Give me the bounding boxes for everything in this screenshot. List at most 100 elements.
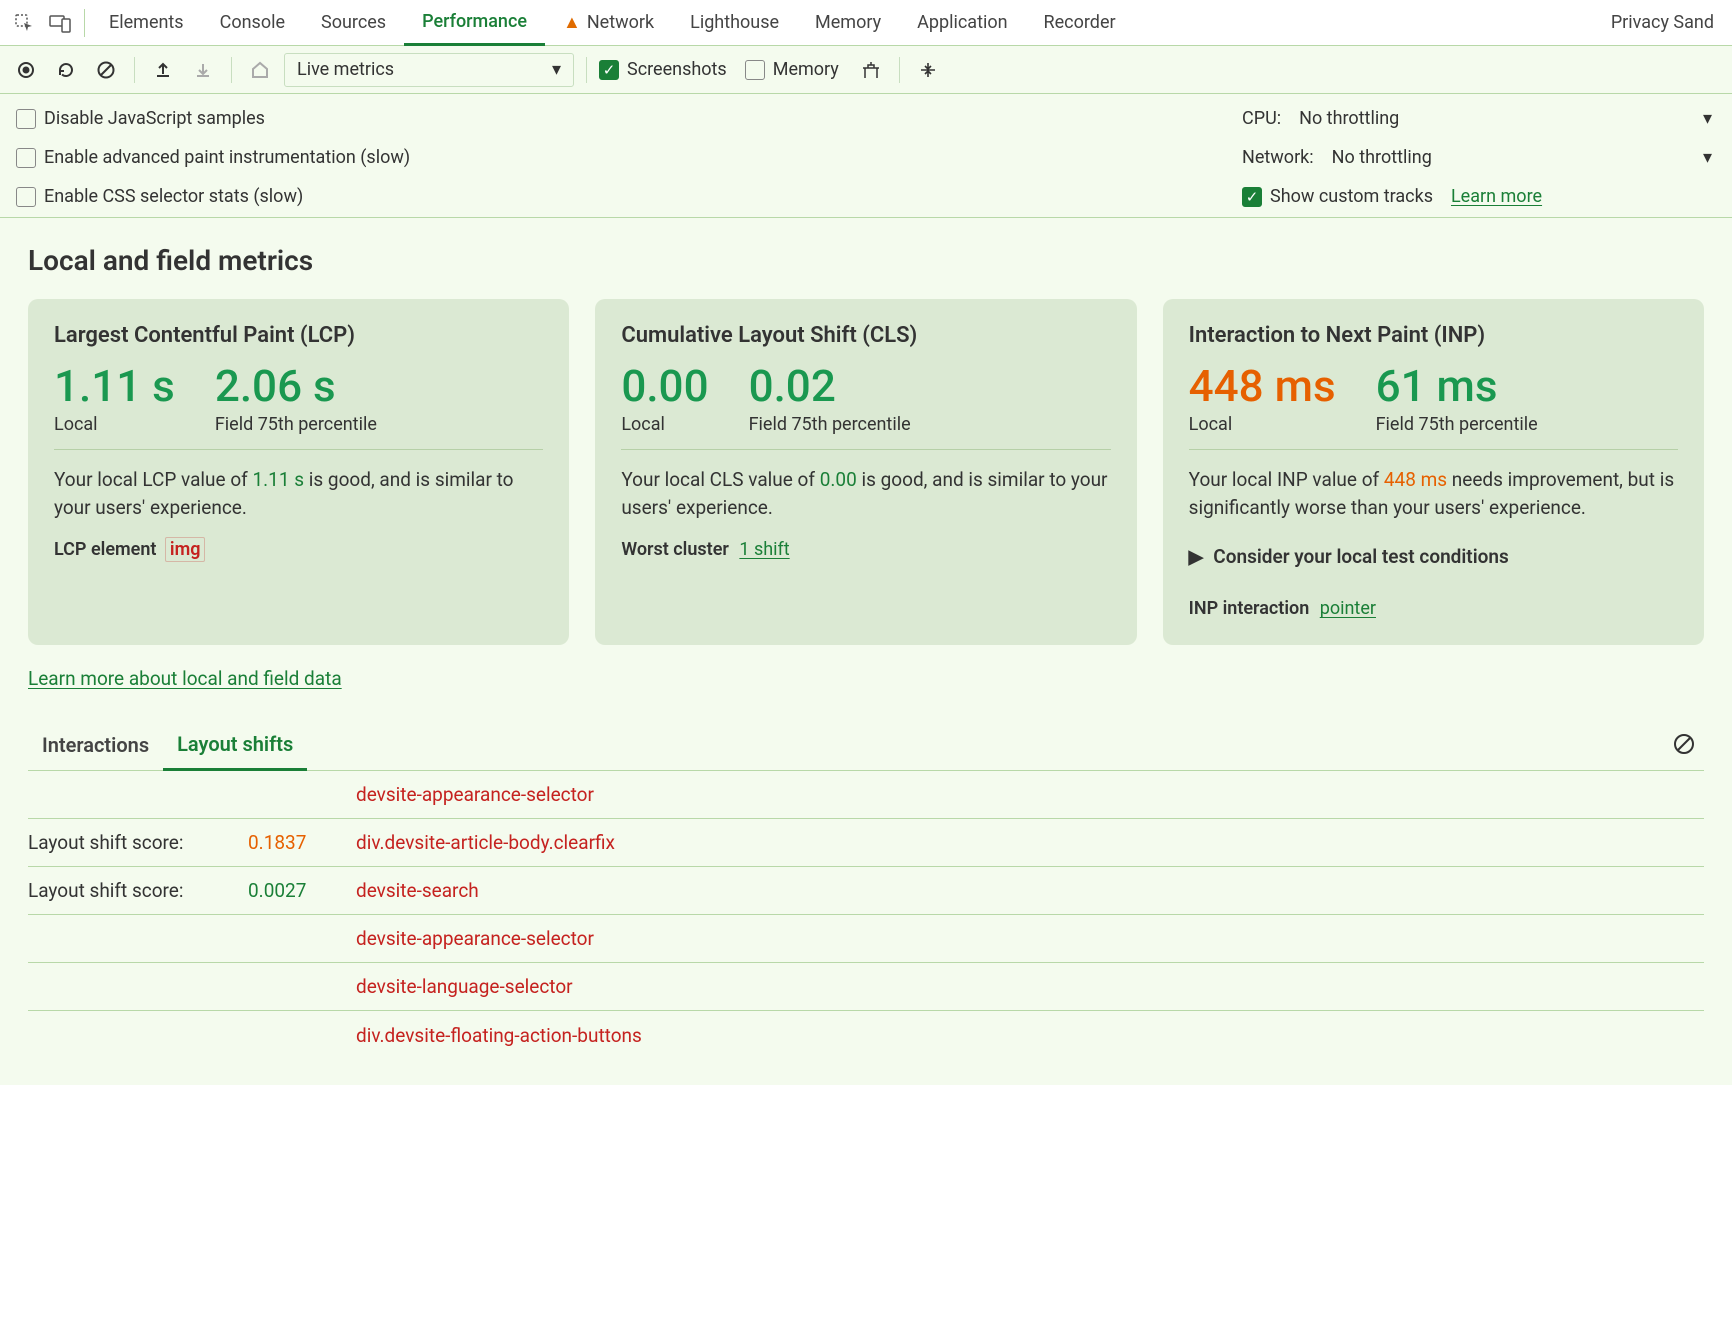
inp-accordion[interactable]: ▶ Consider your local test conditions (1189, 545, 1678, 568)
subtab-layout-shifts[interactable]: Layout shifts (163, 722, 307, 771)
network-value: No throttling (1332, 147, 1432, 168)
tab-recorder[interactable]: Recorder (1026, 0, 1134, 46)
mode-select[interactable]: Live metrics ▾ (284, 53, 574, 87)
subtab-interactions[interactable]: Interactions (28, 723, 163, 769)
inp-field-value: 61 ms (1376, 362, 1538, 410)
download-icon[interactable] (187, 54, 219, 86)
cls-field-value: 0.02 (749, 362, 911, 410)
cls-local-value: 0.00 (621, 362, 708, 410)
inp-card: Interaction to Next Paint (INP) 448 ms L… (1163, 299, 1704, 645)
inspect-element-icon[interactable] (6, 5, 42, 41)
lcp-description: Your local LCP value of 1.11 s is good, … (54, 466, 543, 521)
mode-select-value: Live metrics (297, 59, 394, 80)
disable-js-checkbox[interactable]: Disable JavaScript samples (16, 108, 410, 129)
tab-lighthouse[interactable]: Lighthouse (672, 0, 797, 46)
table-row[interactable]: Layout shift score: 0.1837 div.devsite-a… (28, 819, 1704, 867)
screenshots-checkbox[interactable]: ✓ Screenshots (599, 59, 727, 80)
network-throttle-row: Network: No throttling ▾ (1242, 147, 1712, 168)
cls-worst-cluster-link[interactable]: 1 shift (739, 539, 789, 560)
tab-network[interactable]: ▲ Network (545, 0, 672, 46)
inp-title: Interaction to Next Paint (INP) (1189, 323, 1678, 348)
table-row[interactable]: devsite-appearance-selector (28, 915, 1704, 963)
inp-local-label: Local (1189, 414, 1336, 435)
shift-element: devsite-appearance-selector (356, 783, 594, 806)
tab-application[interactable]: Application (899, 0, 1025, 46)
enable-css-checkbox[interactable]: Enable CSS selector stats (slow) (16, 186, 410, 207)
network-label: Network: (1242, 147, 1314, 168)
network-select[interactable]: No throttling ▾ (1332, 147, 1712, 168)
table-row[interactable]: devsite-appearance-selector (28, 771, 1704, 819)
shift-element: div.devsite-floating-action-buttons (356, 1024, 642, 1047)
inp-interaction-link[interactable]: pointer (1320, 598, 1376, 619)
live-metrics-panel: Local and field metrics Largest Contentf… (0, 218, 1732, 1085)
custom-tracks-row: ✓ Show custom tracks Learn more (1242, 186, 1712, 207)
lcp-element-tag[interactable]: img (165, 537, 206, 562)
lcp-title: Largest Contentful Paint (LCP) (54, 323, 543, 348)
lcp-local-value: 1.11 s (54, 362, 175, 410)
lcp-field-value: 2.06 s (215, 362, 377, 410)
shift-element: devsite-search (356, 879, 479, 902)
shift-element: devsite-appearance-selector (356, 927, 594, 950)
metrics-cards: Largest Contentful Paint (LCP) 1.11 s Lo… (28, 299, 1704, 645)
layout-shifts-table: devsite-appearance-selector Layout shift… (28, 771, 1704, 1059)
cls-description: Your local CLS value of 0.00 is good, an… (621, 466, 1110, 521)
cls-card: Cumulative Layout Shift (CLS) 0.00 Local… (595, 299, 1136, 645)
chevron-down-icon: ▾ (1703, 108, 1712, 129)
record-icon[interactable] (10, 54, 42, 86)
home-icon[interactable] (244, 54, 276, 86)
stop-icon[interactable] (90, 54, 122, 86)
performance-toolbar: Live metrics ▾ ✓ Screenshots Memory (0, 46, 1732, 94)
table-row[interactable]: Layout shift score: 0.0027 devsite-searc… (28, 867, 1704, 915)
cpu-select[interactable]: No throttling ▾ (1299, 108, 1712, 129)
inp-description: Your local INP value of 448 ms needs imp… (1189, 466, 1678, 521)
lcp-card: Largest Contentful Paint (LCP) 1.11 s Lo… (28, 299, 569, 645)
custom-tracks-checkbox[interactable]: ✓ Show custom tracks (1242, 186, 1433, 207)
lcp-element-label: LCP element (54, 539, 156, 560)
learn-more-data-link[interactable]: Learn more about local and field data (28, 667, 342, 690)
devtools-tabbar: Elements Console Sources Performance ▲ N… (0, 0, 1732, 46)
cls-worst-cluster-label: Worst cluster (621, 539, 729, 560)
warning-icon: ▲ (563, 12, 581, 33)
tab-memory[interactable]: Memory (797, 0, 899, 46)
performance-settings: Disable JavaScript samples Enable advanc… (0, 94, 1732, 218)
cls-title: Cumulative Layout Shift (CLS) (621, 323, 1110, 348)
disable-js-label: Disable JavaScript samples (44, 108, 265, 129)
garbage-collect-icon[interactable] (855, 54, 887, 86)
inp-field-label: Field 75th percentile (1376, 414, 1538, 435)
learn-more-link[interactable]: Learn more (1451, 186, 1542, 207)
collapse-icon[interactable] (912, 54, 944, 86)
cpu-throttle-row: CPU: No throttling ▾ (1242, 108, 1712, 129)
checkbox-checked-icon: ✓ (1242, 187, 1262, 207)
cpu-label: CPU: (1242, 108, 1281, 129)
shift-score-value: 0.1837 (248, 831, 348, 854)
reload-icon[interactable] (50, 54, 82, 86)
tab-privacy[interactable]: Privacy Sand (1593, 0, 1732, 46)
checkbox-checked-icon: ✓ (599, 60, 619, 80)
enable-paint-checkbox[interactable]: Enable advanced paint instrumentation (s… (16, 147, 410, 168)
shift-score-label: Layout shift score: (28, 879, 248, 902)
inp-interaction-row: INP interaction pointer (1189, 598, 1678, 619)
lcp-local-label: Local (54, 414, 175, 435)
checkbox-icon (745, 60, 765, 80)
device-toolbar-icon[interactable] (42, 5, 78, 41)
tab-elements[interactable]: Elements (91, 0, 202, 46)
triangle-right-icon: ▶ (1189, 545, 1204, 568)
table-row[interactable]: div.devsite-floating-action-buttons (28, 1011, 1704, 1059)
enable-css-label: Enable CSS selector stats (slow) (44, 186, 303, 207)
checkbox-icon (16, 148, 36, 168)
screenshots-label: Screenshots (627, 59, 727, 80)
clear-icon[interactable] (1668, 728, 1700, 760)
cls-field-label: Field 75th percentile (749, 414, 911, 435)
inp-local-value: 448 ms (1189, 362, 1336, 410)
memory-label: Memory (773, 59, 839, 80)
checkbox-icon (16, 109, 36, 129)
lcp-field-label: Field 75th percentile (215, 414, 377, 435)
tab-performance[interactable]: Performance (404, 0, 545, 46)
lcp-element-row: LCP element img (54, 539, 543, 560)
table-row[interactable]: devsite-language-selector (28, 963, 1704, 1011)
upload-icon[interactable] (147, 54, 179, 86)
tab-sources[interactable]: Sources (303, 0, 404, 46)
memory-checkbox[interactable]: Memory (745, 59, 839, 80)
tab-console[interactable]: Console (202, 0, 303, 46)
cpu-value: No throttling (1299, 108, 1399, 129)
